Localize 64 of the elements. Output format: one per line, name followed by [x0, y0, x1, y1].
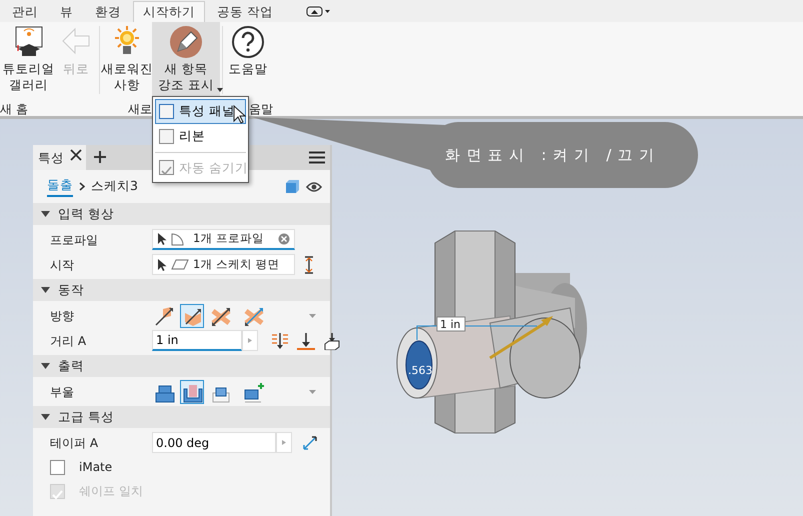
pencil-icon	[169, 25, 203, 59]
checkbox[interactable]	[159, 128, 174, 144]
ribbon-tab[interactable]: 관리	[2, 1, 48, 22]
breadcrumb-text: 스케치3	[91, 177, 138, 196]
extent-to-icon[interactable]	[296, 332, 316, 350]
pointer-icon	[157, 232, 167, 246]
dimension-box	[436, 316, 466, 332]
ribbon-tab[interactable]: 시작하기	[133, 1, 205, 22]
section-header[interactable]: 동작	[33, 279, 330, 301]
chevron-icon	[79, 182, 85, 191]
selection-field[interactable]: 1개 프로파일	[152, 229, 295, 250]
extent-to-face-icon[interactable]	[322, 332, 342, 350]
taper-direction-icon[interactable]	[302, 434, 318, 450]
field-label: 부울	[50, 384, 75, 400]
dimension-label[interactable]: 1 in	[440, 318, 461, 331]
checkbox-label: iMate	[79, 459, 112, 476]
toggle-button[interactable]	[180, 380, 204, 404]
ribbon-button[interactable]: 새 항목 강조 표시	[152, 22, 220, 98]
breadcrumb-link[interactable]: 돌출	[47, 176, 73, 197]
caret-icon[interactable]	[217, 88, 223, 92]
plus-icon[interactable]	[94, 151, 106, 163]
field-label: 거리 A	[50, 332, 88, 350]
input-field[interactable]: 0.00 deg	[152, 432, 276, 453]
checkbox-label: 쉐이프 일치	[79, 483, 143, 500]
ribbon-button[interactable]: 튜토리얼 갤러리	[2, 22, 55, 98]
callout-text: 화면표시 :켜기 /끄기	[445, 145, 662, 166]
checkbox[interactable]	[159, 104, 174, 119]
pointer-icon	[157, 258, 167, 272]
eye-icon[interactable]	[306, 182, 322, 192]
ribbon-button[interactable]: 도움말	[225, 22, 271, 98]
toggle-button[interactable]	[180, 304, 204, 328]
ribbon-group-label: 새로	[128, 101, 152, 118]
input-field[interactable]: 1 in	[152, 330, 242, 351]
close-icon[interactable]	[70, 149, 82, 161]
field-label: 테이퍼 A	[50, 434, 100, 452]
distance-options-icon[interactable]	[270, 332, 290, 350]
field-label: 시작	[50, 256, 75, 274]
plane-icon	[171, 258, 189, 271]
selection-field[interactable]: 1개 스케치 평면	[152, 254, 295, 275]
ribbon-button[interactable]: 새로워진 사항	[102, 22, 152, 98]
section-header[interactable]: 입력 형상	[33, 203, 330, 225]
panel-toggle-icon[interactable]	[304, 4, 331, 18]
ribbon-tab[interactable]: 뷰	[50, 1, 83, 22]
field-label: 프로파일	[50, 232, 99, 248]
ribbon-group-label: 움말	[249, 101, 273, 118]
section-header[interactable]: 고급 특성	[33, 406, 330, 428]
ribbon-group-label: 새 홈	[0, 101, 28, 118]
checkbox[interactable]	[50, 460, 65, 474]
clear-icon[interactable]	[278, 233, 290, 245]
help-icon	[231, 25, 265, 59]
flip-direction-icon[interactable]	[303, 256, 315, 274]
cube-icon[interactable]	[285, 179, 300, 194]
triangle-icon[interactable]	[41, 287, 50, 293]
ribbon-tab[interactable]: 환경	[85, 1, 131, 22]
menu-item[interactable]: 특성 패널	[155, 99, 246, 124]
menu-item[interactable]: 리본	[155, 124, 246, 148]
panel-tab[interactable]: 특성	[33, 145, 86, 170]
section-header[interactable]: 출력	[33, 355, 330, 377]
triangle-icon[interactable]	[41, 211, 50, 217]
ribbon-tab[interactable]: 공동 작업	[207, 1, 283, 22]
field-label: 방향	[50, 308, 75, 324]
menu-icon[interactable]	[309, 151, 325, 164]
triangle-icon[interactable]	[41, 363, 50, 369]
triangle-icon[interactable]	[41, 414, 50, 420]
